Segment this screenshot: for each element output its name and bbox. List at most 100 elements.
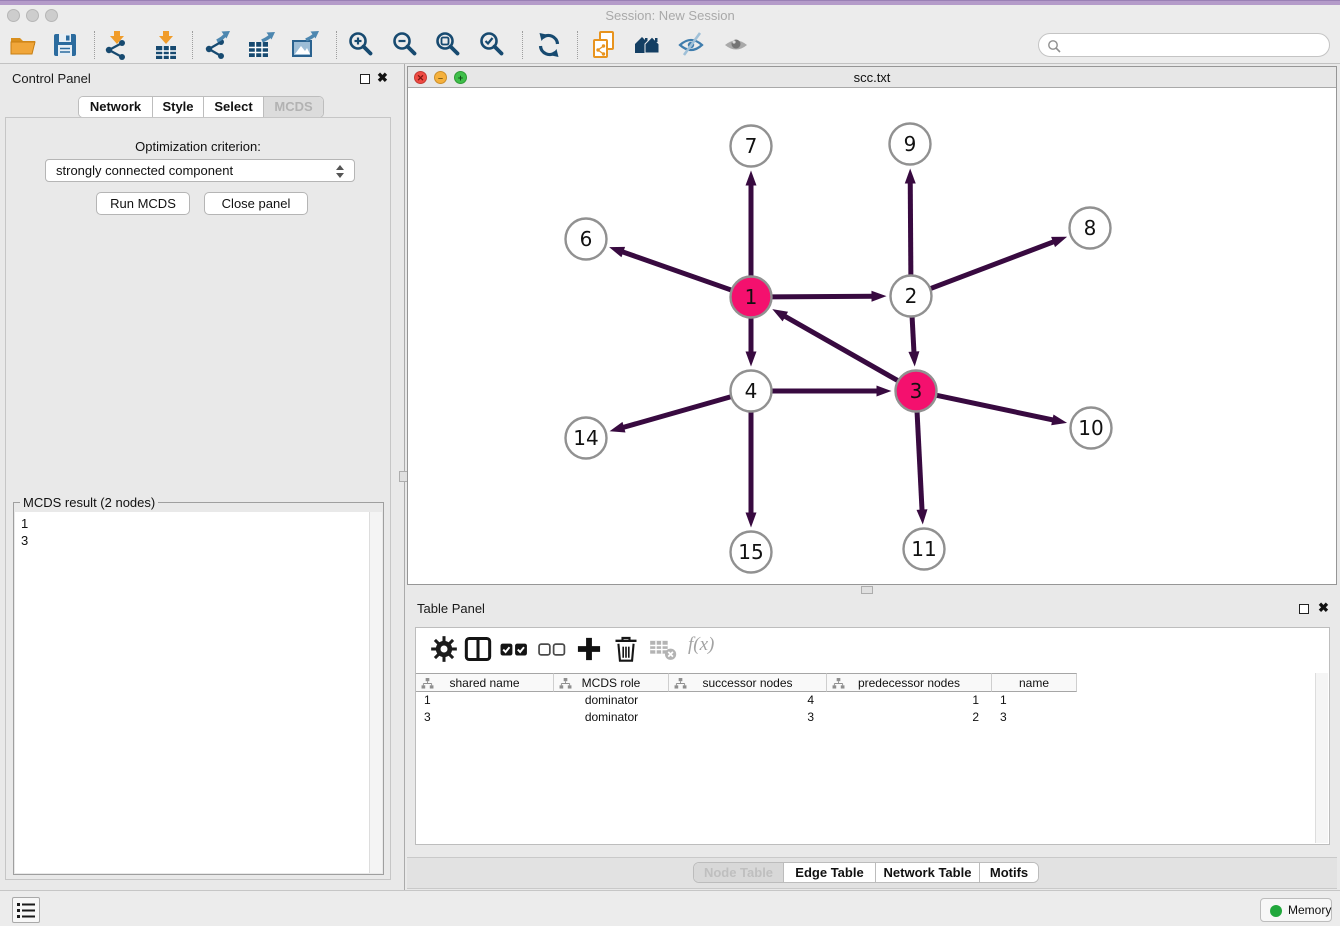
control-panel-close-icon[interactable]: ✖ — [377, 70, 388, 86]
optimization-criterion-select[interactable]: strongly connected component — [45, 159, 355, 182]
add-column-icon[interactable] — [575, 635, 603, 663]
graph-edge[interactable] — [621, 397, 731, 428]
column-header-MCDS-role[interactable]: MCDS role — [554, 673, 669, 692]
refresh-view-icon[interactable] — [534, 30, 564, 60]
selected-criterion: strongly connected component — [56, 160, 233, 181]
hide-eye-icon[interactable] — [677, 30, 707, 60]
export-table-icon[interactable] — [246, 30, 276, 60]
zoom-selected-icon[interactable] — [478, 30, 508, 60]
cell-successor_nodes[interactable]: 4 — [669, 692, 827, 709]
tab-node-table[interactable]: Node Table — [694, 863, 784, 883]
table-panel-float-icon[interactable] — [1299, 604, 1309, 614]
memory-button[interactable]: Memory — [1260, 898, 1332, 922]
tab-network[interactable]: Network — [79, 97, 153, 118]
search-input[interactable] — [1065, 36, 1321, 54]
graph-edge[interactable] — [930, 241, 1056, 289]
table-header-row: shared nameMCDS rolesuccessor nodesprede… — [416, 673, 1077, 692]
mcds-result-list[interactable]: 13 — [15, 512, 369, 873]
tab-edge-table[interactable]: Edge Table — [784, 863, 876, 883]
save-session-icon[interactable] — [50, 30, 80, 60]
search-field[interactable] — [1038, 33, 1330, 57]
graph-edge[interactable] — [912, 316, 914, 354]
column-header-successor-nodes[interactable]: successor nodes — [669, 673, 827, 692]
window-title: Session: New Session — [0, 8, 1340, 23]
split-columns-icon[interactable] — [464, 635, 492, 663]
toolbar-separator — [522, 31, 523, 59]
network-graph: 7968124314101511 — [408, 88, 1336, 584]
graph-edge[interactable] — [917, 411, 922, 512]
graph-edge-arrowhead — [609, 247, 625, 257]
graph-node-label: 2 — [905, 284, 918, 308]
status-bar: Memory — [0, 890, 1340, 926]
stepper-up-icon — [336, 165, 344, 170]
cell-name[interactable]: 1 — [992, 692, 1077, 709]
control-panel-tabs: Network Style Select MCDS — [78, 96, 324, 118]
task-console-button[interactable] — [12, 897, 40, 923]
deselect-checkboxes-icon[interactable] — [538, 635, 566, 663]
graph-node-label: 9 — [904, 132, 917, 156]
hierarchy-icon — [832, 678, 845, 689]
tab-style[interactable]: Style — [153, 97, 204, 118]
tab-network-table[interactable]: Network Table — [876, 863, 980, 883]
optimization-criterion-label: Optimization criterion: — [6, 139, 390, 154]
home-icon[interactable] — [633, 30, 663, 60]
function-builder-icon[interactable]: f(x) — [688, 634, 714, 656]
horizontal-splitter-handle[interactable] — [861, 586, 873, 594]
graph-node-label: 8 — [1084, 216, 1097, 240]
network-window-titlebar[interactable]: ✕ – + scc.txt — [408, 67, 1336, 88]
select-all-checkboxes-icon[interactable] — [500, 635, 528, 663]
show-eye-icon[interactable] — [722, 30, 752, 60]
cell-mcds_role[interactable]: dominator — [554, 709, 669, 726]
run-mcds-button[interactable]: Run MCDS — [96, 192, 190, 215]
tab-motifs[interactable]: Motifs — [980, 863, 1038, 883]
column-header-predecessor-nodes[interactable]: predecessor nodes — [827, 673, 992, 692]
tab-mcds[interactable]: MCDS — [264, 97, 323, 118]
settings-gear-icon[interactable] — [430, 635, 458, 663]
graph-edge[interactable] — [620, 251, 731, 290]
cell-predecessor_nodes[interactable]: 2 — [827, 709, 992, 726]
main-toolbar — [0, 26, 1340, 64]
task-list-icon — [17, 903, 35, 918]
control-panel-title: Control Panel — [12, 71, 91, 86]
result-scrollbar[interactable] — [369, 512, 382, 873]
network-canvas[interactable]: 7968124314101511 — [408, 88, 1336, 584]
mcds-result-item[interactable]: 1 — [21, 515, 369, 532]
close-panel-button[interactable]: Close panel — [204, 192, 308, 215]
table-row[interactable]: 1dominator411 — [416, 692, 1077, 709]
graph-edge[interactable] — [783, 315, 898, 381]
zoom-out-icon[interactable] — [391, 30, 421, 60]
delete-column-icon[interactable] — [612, 635, 640, 663]
cell-successor_nodes[interactable]: 3 — [669, 709, 827, 726]
cell-shared_name[interactable]: 3 — [416, 709, 554, 726]
mcds-result-item[interactable]: 3 — [21, 532, 369, 549]
cell-predecessor_nodes[interactable]: 1 — [827, 692, 992, 709]
graph-edge[interactable] — [771, 296, 874, 297]
export-network-icon[interactable] — [203, 30, 233, 60]
table-panel-close-icon[interactable]: ✖ — [1318, 600, 1329, 616]
export-image-icon[interactable] — [290, 30, 320, 60]
open-file-icon[interactable] — [8, 30, 38, 60]
tab-select[interactable]: Select — [204, 97, 264, 118]
zoom-fit-icon[interactable] — [434, 30, 464, 60]
delete-table-icon[interactable] — [649, 635, 677, 663]
table-scrollbar[interactable] — [1315, 673, 1328, 843]
graph-edge-arrowhead — [905, 168, 916, 183]
graph-node-label: 4 — [745, 379, 758, 403]
zoom-in-icon[interactable] — [347, 30, 377, 60]
graph-node-label: 1 — [745, 285, 758, 309]
cell-name[interactable]: 3 — [992, 709, 1077, 726]
control-panel-float-icon[interactable] — [360, 74, 370, 84]
cell-shared_name[interactable]: 1 — [416, 692, 554, 709]
graph-node-label: 14 — [573, 426, 598, 450]
graph-edge[interactable] — [910, 180, 911, 275]
copy-network-icon[interactable] — [589, 30, 619, 60]
column-header-shared-name[interactable]: shared name — [416, 673, 554, 692]
table-row[interactable]: 3dominator323 — [416, 709, 1077, 726]
import-network-icon[interactable] — [102, 30, 132, 60]
graph-edge-arrowhead — [1051, 414, 1067, 425]
column-header-name[interactable]: name — [992, 673, 1077, 692]
graph-edge[interactable] — [936, 395, 1055, 420]
import-table-icon[interactable] — [151, 30, 181, 60]
cell-mcds_role[interactable]: dominator — [554, 692, 669, 709]
graph-edge-arrowhead — [877, 386, 892, 397]
